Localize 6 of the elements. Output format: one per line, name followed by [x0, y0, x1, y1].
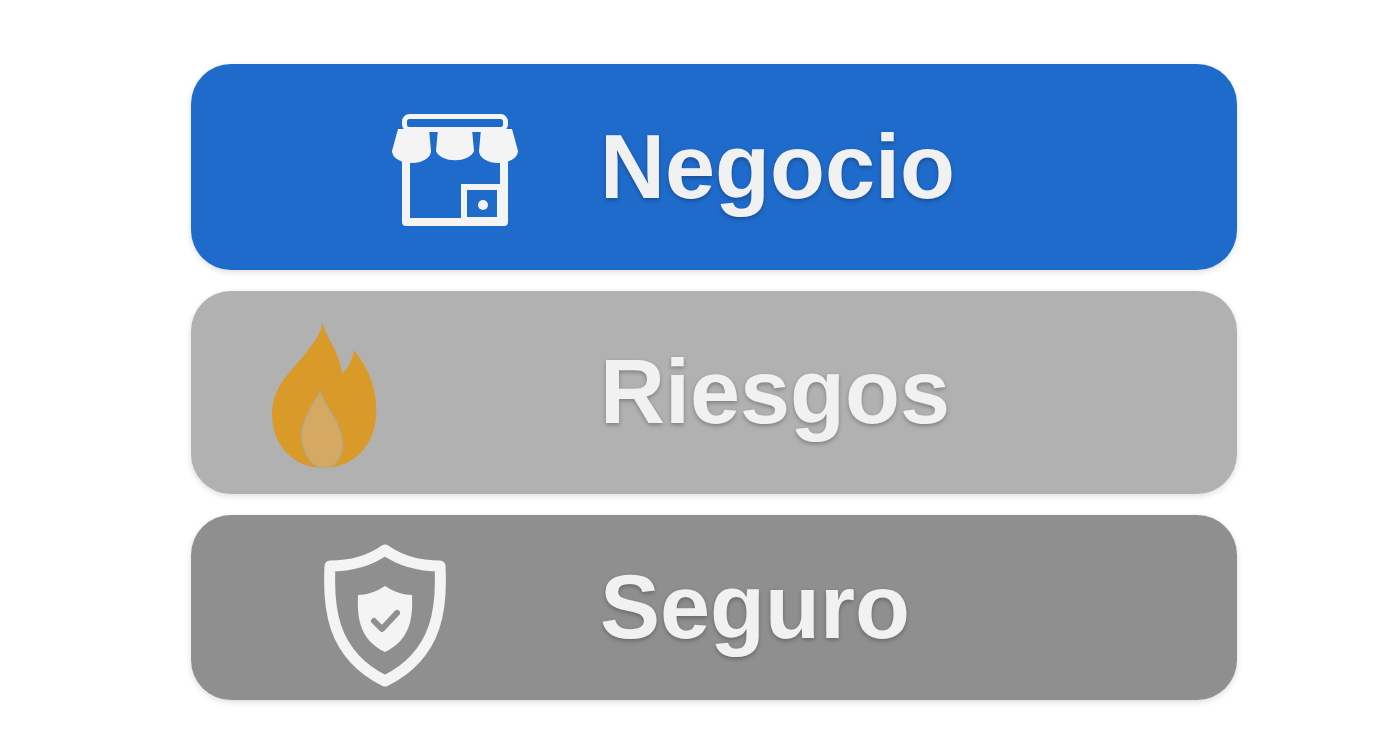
category-button[interactable]: Negocio — [191, 64, 1237, 270]
storefront-icon — [392, 114, 518, 228]
flame-icon — [270, 321, 378, 468]
category-button[interactable]: Seguro — [191, 515, 1237, 700]
shield-check-icon — [322, 544, 448, 687]
category-button[interactable]: Riesgos — [191, 291, 1237, 494]
